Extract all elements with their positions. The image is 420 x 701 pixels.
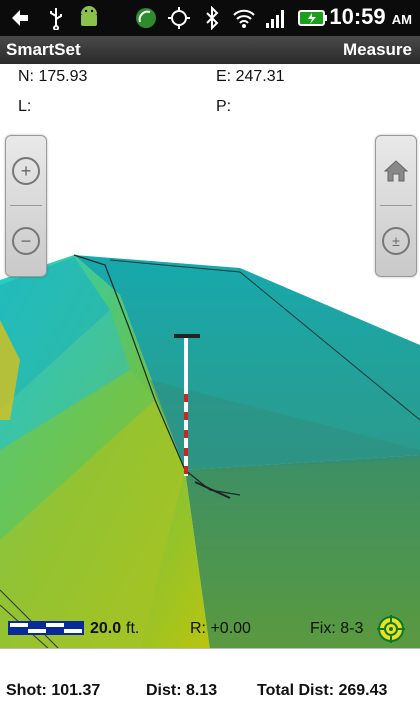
android-icon	[81, 6, 97, 26]
clock-ampm: AM	[391, 12, 412, 27]
gps-fix-target-icon[interactable]	[376, 614, 406, 644]
home-view-button[interactable]	[376, 136, 416, 206]
clock-time: 10:59	[329, 4, 386, 29]
measurement-footer: Shot: 101.37 Dist: 8.13 Total Dist: 269.…	[0, 648, 420, 701]
usb-icon	[50, 8, 62, 30]
zoom-out-button[interactable]: −	[6, 206, 46, 276]
terrain-surface	[0, 120, 420, 650]
app-name: SmartSet	[6, 40, 81, 59]
back-arrow-icon	[12, 10, 28, 26]
zoom-in-icon: +	[12, 157, 40, 185]
dist-value: Dist: 8.13	[146, 682, 218, 699]
zoom-control: + −	[5, 135, 47, 277]
bluetooth-icon	[206, 6, 219, 30]
rotation-readout: R: +0.00	[190, 620, 251, 637]
gps-satellite-icon	[136, 8, 156, 28]
north-coordinate: N: 175.93	[18, 68, 88, 85]
zoom-in-button[interactable]: +	[6, 136, 46, 206]
total-dist-value: Total Dist: 269.43	[257, 682, 388, 699]
east-coordinate: E: 247.31	[216, 68, 285, 85]
scale-bar-icon	[8, 621, 84, 635]
shot-value: Shot: 101.37	[6, 682, 101, 699]
scale-unit: ft.	[126, 620, 140, 637]
gps-icon	[168, 7, 190, 29]
status-bar: 10:59 AM	[0, 0, 420, 36]
map-status-bar: 20.0 ft. R: +0.00 Fix: 8-3	[0, 608, 420, 648]
zoom-out-icon: −	[12, 227, 40, 255]
plus-minus-icon: ±	[382, 227, 410, 255]
clock: 10:59 AM	[329, 4, 412, 30]
p-label: P:	[216, 98, 232, 115]
view-control: ±	[375, 135, 417, 277]
signal-icon	[266, 10, 284, 28]
fix-status: Fix: 8-3	[310, 620, 364, 637]
terrain-map-view[interactable]: + − ±	[0, 120, 420, 650]
scale-value: 20.0	[90, 620, 122, 637]
wifi-icon	[233, 9, 255, 28]
coordinate-panel: N: 175.93 E: 247.31 L: P:	[0, 64, 420, 120]
mode-title: Measure	[343, 40, 412, 59]
zoom-extents-button[interactable]: ±	[376, 206, 416, 276]
battery-icon	[298, 10, 327, 26]
l-label: L:	[18, 98, 32, 115]
survey-rod-icon	[174, 334, 200, 476]
home-icon	[383, 160, 409, 182]
title-bar: SmartSet Measure	[0, 36, 420, 64]
